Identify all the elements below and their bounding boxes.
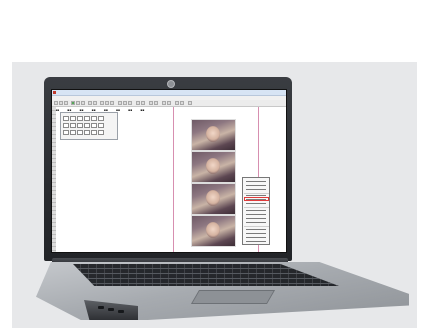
palette-cell [77,130,83,135]
palette-cell [98,130,104,135]
toolbar-button [188,101,192,105]
photo-frame [191,119,236,151]
toolbar-button [110,101,114,105]
toolbar-button [118,101,122,105]
toolbar-button [162,101,166,105]
palette-cell [84,130,90,135]
brand-logo [167,80,175,88]
context-menu-item [246,218,266,219]
palette-cell [77,116,83,121]
vertical-ruler [52,107,56,252]
palette-cell [63,123,69,128]
toolbar-button [81,101,85,105]
palette-cell [91,116,97,121]
highlighted-menu-item [244,197,269,201]
toolbar-button [59,101,63,105]
palette-cell [84,123,90,128]
context-menu-item [246,203,266,204]
toolbar-button [180,101,184,105]
context-menu-item [246,189,266,190]
palette-cell [63,116,69,121]
usb-port [118,310,124,313]
palette-cell [98,116,104,121]
toolbar-button [105,101,109,105]
toolbar-button [93,101,97,105]
touchpad [190,290,276,304]
context-menu-separator [244,193,269,194]
palette-cell [84,116,90,121]
toolbar-button [54,101,58,105]
context-menu-item [246,222,266,223]
photo-frame [191,183,236,215]
palette-cell [70,130,76,135]
toolbar-button [175,101,179,105]
context-menu [242,177,270,245]
palette-cell [70,116,76,121]
toolbar-button [88,101,92,105]
context-menu-separator [244,226,269,227]
toolbar-button [123,101,127,105]
palette-cell [91,130,97,135]
toolbar-button [167,101,171,105]
toolbar-button [71,101,75,105]
context-menu-item [246,210,266,211]
context-menu-item [246,185,266,186]
tool-palette [60,112,118,140]
toolbar-button [76,101,80,105]
palette-cell [77,123,83,128]
toolbar-button [141,101,145,105]
laptop-screen: ▪▪ ▪▪ ▪▪ ▪▪ ▪▪ ▪▪ ▪▪ ▪▪ [51,89,287,253]
photo-frame [191,215,236,247]
palette-cell [91,123,97,128]
menu-item: ▪▪ [140,108,145,112]
photo-frame [191,151,236,183]
app-icon [53,91,56,94]
toolbar-button [100,101,104,105]
palette-cell [98,123,104,128]
context-menu-item [246,195,266,196]
context-menu-separator [244,207,269,208]
usb-port [98,306,104,309]
toolbar-button [64,101,68,105]
palette-cell [63,130,69,135]
context-menu-item [246,233,266,234]
app-toolbar [52,100,286,107]
context-menu-item [246,241,266,242]
toolbar-button [136,101,140,105]
menu-item: ▪▪ [128,108,133,112]
guide-line [173,107,174,252]
context-menu-item [246,214,266,215]
context-menu-item [246,181,266,182]
context-menu-item [246,237,266,238]
toolbar-button [128,101,132,105]
palette-cell [70,123,76,128]
toolbar-button [154,101,158,105]
usb-port [108,308,114,311]
context-menu-item [246,229,266,230]
toolbar-button [149,101,153,105]
